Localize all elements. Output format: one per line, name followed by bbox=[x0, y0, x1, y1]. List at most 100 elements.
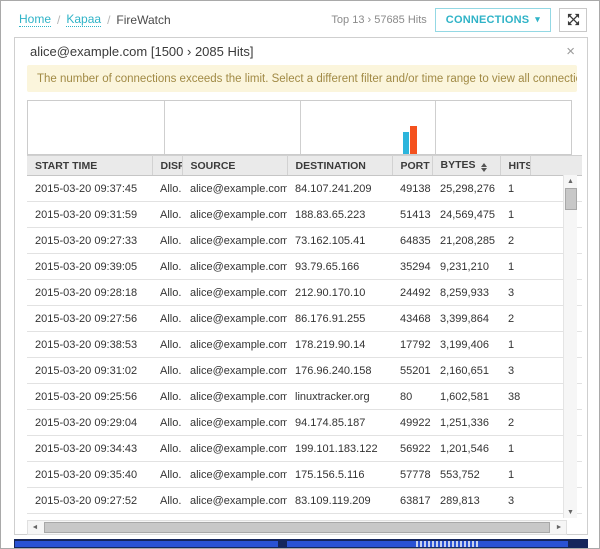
table-cell: 289,813 bbox=[432, 488, 500, 514]
scroll-right-icon[interactable]: ► bbox=[552, 521, 566, 534]
dialog-title: alice@example.com [1500 › 2085 Hits] bbox=[30, 44, 253, 59]
column-header-label: HITS bbox=[509, 160, 531, 172]
table-cell: Allo... bbox=[152, 488, 182, 514]
connections-dialog: alice@example.com [1500 › 2085 Hits] × T… bbox=[14, 37, 588, 535]
table-cell: alice@example.com bbox=[182, 488, 287, 514]
scroll-left-icon[interactable]: ◄ bbox=[28, 521, 42, 534]
table-row[interactable]: 2015-03-20 09:27:33Allo...alice@example.… bbox=[27, 228, 582, 254]
table-cell: 38 bbox=[500, 384, 530, 410]
table-row[interactable]: 2015-03-20 09:35:40Allo...alice@example.… bbox=[27, 462, 582, 488]
fullscreen-button[interactable] bbox=[559, 8, 587, 32]
column-header-disposition[interactable]: DISPOSITION bbox=[152, 156, 182, 176]
table-cell: 2015-03-20 09:27:52 bbox=[27, 488, 152, 514]
table-cell: 199.101.183.122 bbox=[287, 436, 392, 462]
table-row[interactable]: 2015-03-20 09:34:43Allo...alice@example.… bbox=[27, 436, 582, 462]
chart-gridline bbox=[164, 101, 165, 154]
connections-dropdown-button[interactable]: CONNECTIONS ▾ bbox=[435, 8, 551, 32]
table-cell: alice@example.com bbox=[182, 462, 287, 488]
column-header-bytes[interactable]: BYTES bbox=[432, 156, 500, 176]
sort-icon[interactable] bbox=[481, 163, 487, 172]
table-cell: 2015-03-20 09:34:43 bbox=[27, 436, 152, 462]
table-cell: 3 bbox=[500, 358, 530, 384]
table-cell: Allo... bbox=[152, 462, 182, 488]
table-row[interactable]: 2015-03-20 09:27:52Allo...alice@example.… bbox=[27, 488, 582, 514]
breadcrumb-item-kapaa[interactable]: Kapaa bbox=[66, 12, 101, 27]
table-cell: 73.162.105.41 bbox=[287, 228, 392, 254]
table-row[interactable]: 2015-03-20 09:28:18Allo...alice@example.… bbox=[27, 280, 582, 306]
treemap-strip-light-segment bbox=[416, 541, 479, 547]
column-header-destination[interactable]: DESTINATION bbox=[287, 156, 392, 176]
breadcrumb-separator: / bbox=[107, 13, 110, 27]
treemap-strip-dark-segment bbox=[568, 539, 588, 548]
top-right-controls: Top 13 › 57685 Hits CONNECTIONS ▾ bbox=[331, 8, 587, 32]
table-cell: 2 bbox=[500, 306, 530, 332]
table-cell: 93.79.65.166 bbox=[287, 254, 392, 280]
treemap-strip-blue-segment bbox=[15, 541, 587, 547]
column-header-label: PORT bbox=[401, 160, 430, 172]
table-row[interactable]: 2015-03-20 09:27:56Allo...alice@example.… bbox=[27, 306, 582, 332]
chart-gridline bbox=[435, 101, 436, 154]
breadcrumb: Home/Kapaa/FireWatch bbox=[19, 12, 171, 27]
table-cell: alice@example.com bbox=[182, 410, 287, 436]
table-cell: Allo... bbox=[152, 410, 182, 436]
column-header-label: DISPOSITION bbox=[161, 160, 183, 172]
table-cell: 24492 bbox=[392, 280, 432, 306]
treemap-bottom-strip[interactable] bbox=[14, 539, 588, 548]
table-cell: alice@example.com bbox=[182, 436, 287, 462]
breadcrumb-item-firewatch: FireWatch bbox=[116, 13, 170, 27]
table-cell: 3 bbox=[500, 488, 530, 514]
table-cell: Allo... bbox=[152, 176, 182, 202]
table-cell: 8,259,933 bbox=[432, 280, 500, 306]
table-cell: 86.176.91.255 bbox=[287, 306, 392, 332]
horizontal-scrollbar[interactable]: ◄ ► bbox=[27, 520, 567, 535]
hits-bar-orange[interactable] bbox=[410, 126, 417, 154]
column-header-label: START TIME bbox=[35, 160, 97, 172]
table-cell: Allo... bbox=[152, 306, 182, 332]
table-cell: 94.174.85.187 bbox=[287, 410, 392, 436]
table-row[interactable]: 2015-03-20 09:25:56Allo...alice@example.… bbox=[27, 384, 582, 410]
table-cell: 2,160,651 bbox=[432, 358, 500, 384]
table-cell: 56922 bbox=[392, 436, 432, 462]
table-cell: 24,569,475 bbox=[432, 202, 500, 228]
table-row[interactable]: 2015-03-20 09:31:59Allo...alice@example.… bbox=[27, 202, 582, 228]
table-cell: 2015-03-20 09:35:40 bbox=[27, 462, 152, 488]
table-cell: 2015-03-20 09:38:53 bbox=[27, 332, 152, 358]
column-header-label: BYTES bbox=[441, 159, 476, 171]
scroll-up-icon[interactable]: ▲ bbox=[564, 175, 578, 187]
table-cell: 176.96.240.158 bbox=[287, 358, 392, 384]
table-row[interactable]: 2015-03-20 09:31:02Allo...alice@example.… bbox=[27, 358, 582, 384]
horizontal-scroll-thumb[interactable] bbox=[44, 522, 550, 533]
vertical-scroll-thumb[interactable] bbox=[565, 188, 577, 210]
close-icon[interactable]: × bbox=[566, 44, 575, 59]
hits-summary: Top 13 › 57685 Hits bbox=[331, 14, 426, 26]
breadcrumb-item-home[interactable]: Home bbox=[19, 12, 51, 27]
table-row[interactable]: 2015-03-20 09:29:04Allo...alice@example.… bbox=[27, 410, 582, 436]
table-cell: 9,231,210 bbox=[432, 254, 500, 280]
table-cell: linuxtracker.org bbox=[287, 384, 392, 410]
table-row[interactable]: 2015-03-20 09:39:05Allo...alice@example.… bbox=[27, 254, 582, 280]
table-cell: 64835 bbox=[392, 228, 432, 254]
hits-bar-blue[interactable] bbox=[403, 132, 409, 154]
table-cell: 553,752 bbox=[432, 462, 500, 488]
table-row[interactable]: 2015-03-20 09:37:45Allo...alice@example.… bbox=[27, 176, 582, 202]
table-cell: Allo... bbox=[152, 436, 182, 462]
table-cell: 17792 bbox=[392, 332, 432, 358]
column-header-start-time[interactable]: START TIME bbox=[27, 156, 152, 176]
table-row[interactable]: 2015-03-20 09:38:53Allo...alice@example.… bbox=[27, 332, 582, 358]
table-cell: Allo... bbox=[152, 254, 182, 280]
vertical-scrollbar[interactable]: ▲ ▼ bbox=[563, 175, 577, 518]
table-cell: 1,201,546 bbox=[432, 436, 500, 462]
table-cell: 83.109.119.209 bbox=[287, 488, 392, 514]
table-cell: 3,199,406 bbox=[432, 332, 500, 358]
column-header-port[interactable]: PORT bbox=[392, 156, 432, 176]
scroll-down-icon[interactable]: ▼ bbox=[564, 506, 578, 518]
table-cell: alice@example.com bbox=[182, 176, 287, 202]
table-cell: 1,251,336 bbox=[432, 410, 500, 436]
table-cell: 2015-03-20 09:27:56 bbox=[27, 306, 152, 332]
column-header-filler bbox=[530, 156, 582, 176]
column-header-hits[interactable]: HITS bbox=[500, 156, 530, 176]
column-header-source[interactable]: SOURCE bbox=[182, 156, 287, 176]
table-cell: 2015-03-20 09:29:04 bbox=[27, 410, 152, 436]
connections-histogram bbox=[27, 100, 572, 155]
table-cell: alice@example.com bbox=[182, 384, 287, 410]
